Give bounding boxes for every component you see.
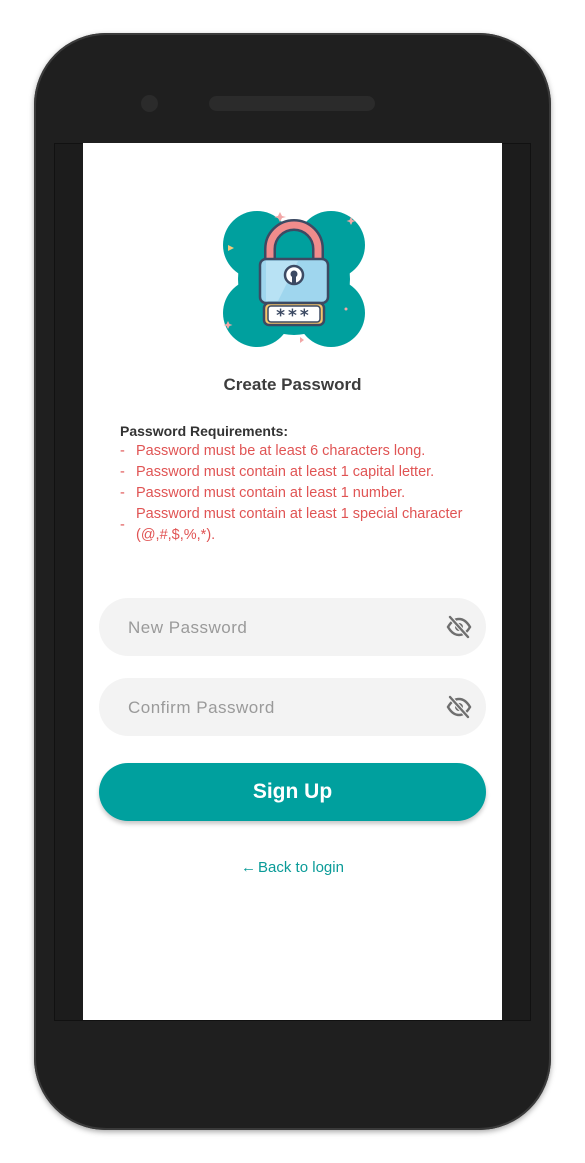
- eye-off-icon[interactable]: [446, 695, 472, 719]
- requirement-text: Password must be at least 6 characters l…: [136, 443, 426, 459]
- page-title: Create Password: [223, 375, 362, 394]
- requirement-bullet: -: [120, 464, 125, 480]
- requirement-bullet: -: [120, 485, 125, 501]
- front-camera: [141, 95, 158, 112]
- requirement-item: - Password must contain at least 1 speci…: [120, 504, 470, 546]
- new-password-input[interactable]: [126, 598, 430, 658]
- requirement-text: Password must contain at least 1 capital…: [136, 464, 435, 480]
- back-to-login-link[interactable]: ← Back to login: [83, 859, 502, 876]
- requirements-heading: Password Requirements:: [120, 423, 289, 439]
- confirm-password-field: [99, 678, 486, 738]
- new-password-field: [99, 598, 486, 658]
- back-to-login-label: Back to login: [258, 859, 344, 876]
- requirement-item: - Password must contain at least 1 capit…: [120, 462, 470, 483]
- requirement-bullet: -: [120, 443, 125, 459]
- padlock-illustration: ***: [223, 211, 365, 347]
- requirement-text: Password must contain at least 1 number.: [136, 485, 406, 501]
- app-screen: *** Create Password Password Requirement…: [83, 143, 502, 1020]
- requirement-bullet: -: [120, 516, 125, 533]
- requirement-item: - Password must be at least 6 characters…: [120, 441, 470, 462]
- requirement-item: - Password must contain at least 1 numbe…: [120, 483, 470, 504]
- confirm-password-input[interactable]: [126, 678, 430, 738]
- eye-off-icon[interactable]: [446, 615, 472, 639]
- illustration-asterisks: ***: [276, 306, 312, 326]
- sign-up-button[interactable]: Sign Up: [99, 763, 486, 821]
- requirement-text: Password must contain at least 1 special…: [136, 506, 463, 543]
- earpiece-speaker: [209, 96, 375, 111]
- requirements-list: - Password must be at least 6 characters…: [120, 441, 470, 546]
- arrow-left-icon: ←: [241, 859, 257, 876]
